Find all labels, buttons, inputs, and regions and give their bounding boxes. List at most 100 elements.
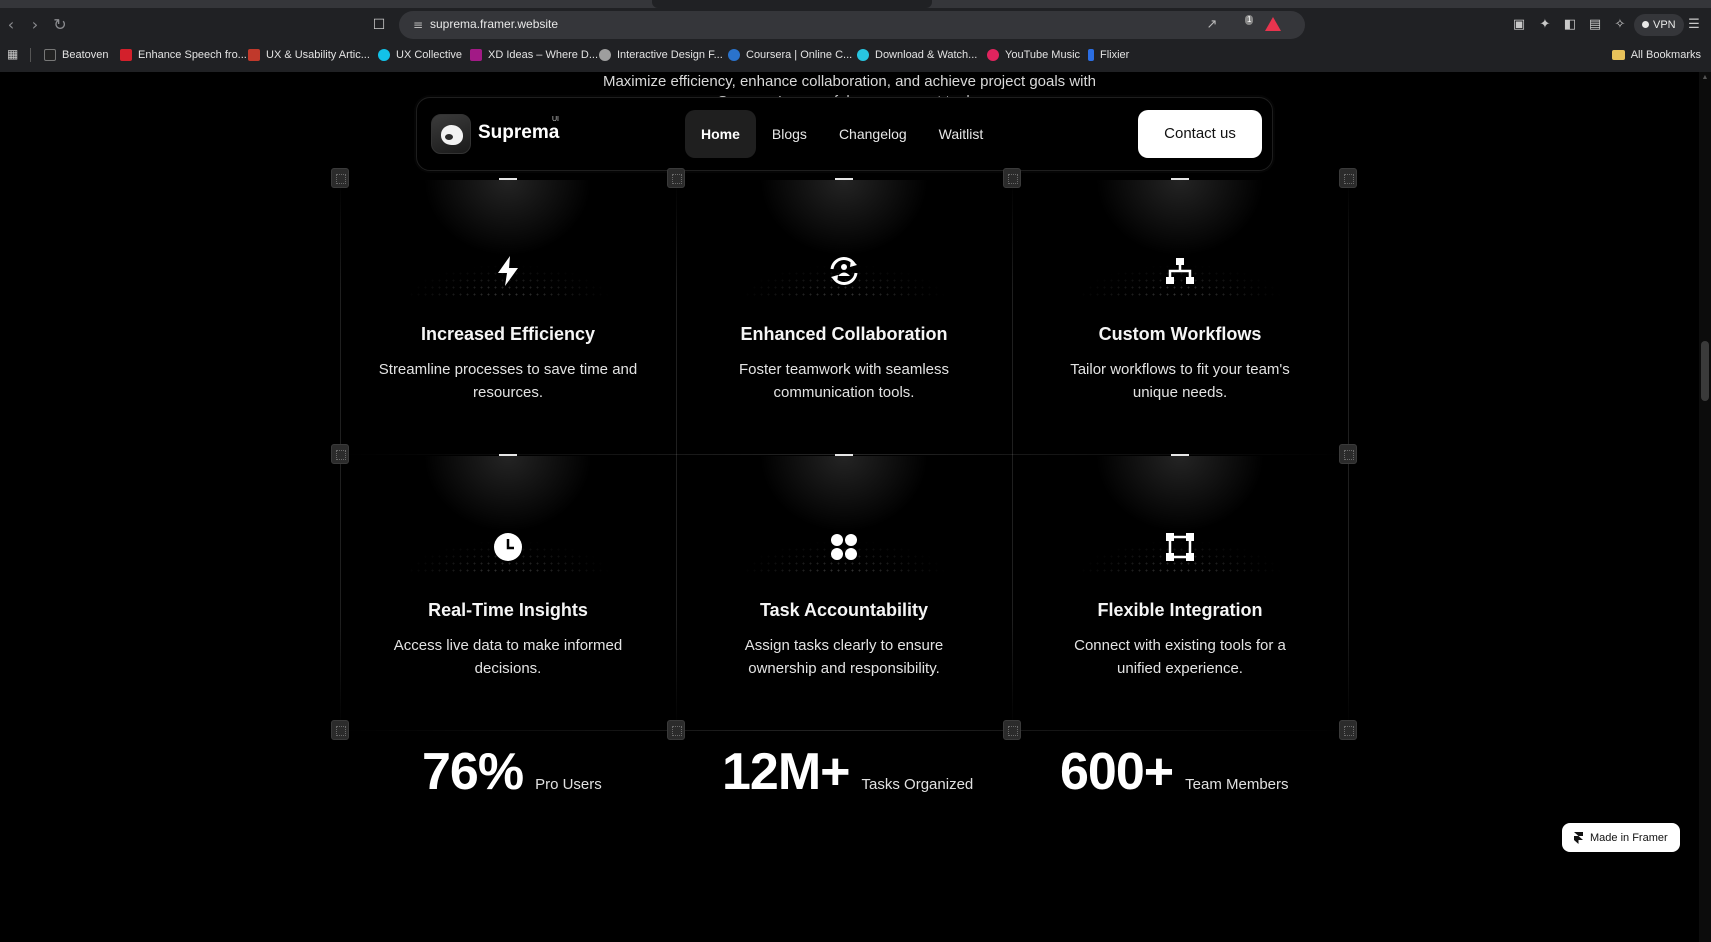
integration-nodes-icon <box>1162 529 1198 565</box>
stat-label: Tasks Organized <box>861 776 974 793</box>
wallet-briefcase-icon[interactable]: ▣ <box>1509 14 1529 36</box>
favicon-icon <box>1088 49 1094 61</box>
bookmarks-separator <box>30 48 31 62</box>
favicon-icon <box>120 49 132 61</box>
nav-links: Home Blogs Changelog Waitlist <box>685 110 999 158</box>
nav-home[interactable]: Home <box>685 110 756 158</box>
favicon-icon <box>599 49 611 61</box>
bookmark-item[interactable]: UX & Usability Artic... <box>248 46 370 64</box>
vpn-button[interactable]: VPN <box>1634 14 1684 36</box>
bookmark-item[interactable]: Beatoven <box>44 46 108 64</box>
url-text[interactable]: suprema.framer.website <box>430 17 558 31</box>
feature-card: Enhanced Collaboration Foster teamwork w… <box>676 178 1012 454</box>
feature-description: Foster teamwork with seamless communicat… <box>738 361 950 401</box>
back-icon[interactable]: ‹ <box>0 14 22 36</box>
features-grid: Increased Efficiency Streamline processe… <box>331 168 1357 740</box>
scrollbar[interactable]: ▲ <box>1699 72 1711 942</box>
stat-item: 600+ Team Members <box>1060 742 1289 812</box>
shield-count: 1 <box>1245 15 1254 25</box>
nav-waitlist[interactable]: Waitlist <box>923 110 1000 158</box>
favicon-icon <box>378 49 390 61</box>
stat-item: 76% Pro Users <box>422 742 602 812</box>
site-navbar: Suprema UI Home Blogs Changelog Waitlist… <box>416 97 1273 171</box>
four-dots-icon <box>826 529 862 565</box>
bookmark-item[interactable]: UX Collective <box>378 46 462 64</box>
rewards-icon[interactable] <box>1265 17 1281 31</box>
favicon-icon <box>728 49 740 61</box>
sidebar-icon[interactable]: ◧ <box>1560 14 1580 36</box>
menu-icon[interactable]: ☰ <box>1684 14 1704 36</box>
scrollbar-thumb[interactable] <box>1701 341 1709 401</box>
suprema-logo-icon[interactable] <box>431 114 471 154</box>
bookmark-item[interactable]: Coursera | Online C... <box>728 46 852 64</box>
favicon-icon <box>470 49 482 61</box>
site-settings-icon[interactable]: ≡ <box>409 16 427 34</box>
stat-item: 12M+ Tasks Organized <box>722 742 973 812</box>
all-bookmarks[interactable]: All Bookmarks <box>1611 46 1701 64</box>
stat-value: 76% <box>422 743 524 801</box>
bookmark-item[interactable]: XD Ideas – Where D... <box>470 46 598 64</box>
sync-collaboration-icon <box>826 253 862 289</box>
feature-title: Flexible Integration <box>1097 600 1263 620</box>
feature-description: Streamline processes to save time and re… <box>378 361 638 401</box>
address-bar[interactable]: ≡ suprema.framer.website ↗ 1 <box>399 11 1305 39</box>
feature-card: Real-Time Insights Access live data to m… <box>340 454 676 730</box>
feature-card: Task Accountability Assign tasks clearly… <box>676 454 1012 730</box>
bookmark-item[interactable]: Enhance Speech fro... <box>120 46 247 64</box>
feature-card: Custom Workflows Tailor workflows to fit… <box>1012 178 1348 454</box>
brave-shield-icon[interactable]: 1 <box>1235 15 1254 35</box>
feature-title: Custom Workflows <box>1098 324 1262 344</box>
badge-label: Made in Framer <box>1590 831 1668 844</box>
feature-title: Increased Efficiency <box>420 324 596 344</box>
apps-grid-icon[interactable]: ▦ <box>7 47 21 61</box>
folder-icon <box>1611 50 1625 60</box>
clock-icon <box>490 529 526 565</box>
feature-title: Enhanced Collaboration <box>740 324 948 344</box>
feature-description: Assign tasks clearly to ensure ownership… <box>744 637 944 677</box>
forward-icon[interactable]: › <box>24 14 46 36</box>
favicon-icon <box>44 49 56 61</box>
browser-chrome: ‹ › ↻ ☐ ≡ suprema.framer.website ↗ 1 ▣ ✦… <box>0 0 1711 72</box>
feature-title: Real-Time Insights <box>428 600 588 620</box>
leo-ai-icon[interactable]: ✧ <box>1610 14 1630 36</box>
favicon-icon <box>248 49 260 61</box>
bookmark-item[interactable]: Flixier <box>1088 46 1129 64</box>
bookmark-item[interactable]: YouTube Music <box>987 46 1080 64</box>
extensions-icon[interactable]: ✦ <box>1535 14 1555 36</box>
lightning-icon <box>490 253 526 289</box>
brand-superscript: UI <box>552 116 559 123</box>
stats-row: 76% Pro Users 12M+ Tasks Organized 600+ … <box>0 742 1699 812</box>
favicon-icon <box>857 49 869 61</box>
intro-line-1: Maximize efficiency, enhance collaborati… <box>602 73 1097 90</box>
stat-value: 12M+ <box>722 743 851 801</box>
bookmark-page-icon[interactable]: ☐ <box>368 14 390 36</box>
feature-card: Flexible Integration Connect with existi… <box>1012 454 1348 730</box>
feature-description: Access live data to make informed decisi… <box>393 637 623 677</box>
vpn-label: VPN <box>1653 19 1676 31</box>
bookmarks-bar: ▦ Beatoven Enhance Speech fro... UX & Us… <box>0 44 1711 66</box>
stat-label: Pro Users <box>535 776 602 793</box>
page-viewport: Maximize efficiency, enhance collaborati… <box>0 72 1711 942</box>
favicon-icon <box>987 49 999 61</box>
feature-title: Task Accountability <box>759 600 929 620</box>
scroll-up-icon[interactable]: ▲ <box>1701 74 1709 82</box>
grid-divider <box>340 730 1348 731</box>
share-icon[interactable]: ↗ <box>1203 16 1221 34</box>
bookmark-item[interactable]: Download & Watch... <box>857 46 977 64</box>
feature-description: Tailor workflows to fit your team's uniq… <box>1070 361 1290 401</box>
feature-card: Increased Efficiency Streamline processe… <box>340 178 676 454</box>
bookmark-item[interactable]: Interactive Design F... <box>599 46 723 64</box>
nav-blogs[interactable]: Blogs <box>756 110 823 158</box>
tab-strip <box>0 0 1711 8</box>
stat-value: 600+ <box>1060 743 1174 801</box>
contact-us-button[interactable]: Contact us <box>1138 110 1262 158</box>
workflow-hierarchy-icon <box>1162 253 1198 289</box>
made-in-framer-badge[interactable]: Made in Framer <box>1562 823 1680 852</box>
stat-label: Team Members <box>1185 776 1289 793</box>
framer-logo-icon <box>1574 831 1583 844</box>
reload-icon[interactable]: ↻ <box>49 14 71 36</box>
nav-changelog[interactable]: Changelog <box>823 110 923 158</box>
brand-name[interactable]: Suprema <box>478 122 559 144</box>
active-tab[interactable] <box>652 0 932 8</box>
wallet-icon[interactable]: ▤ <box>1585 14 1605 36</box>
